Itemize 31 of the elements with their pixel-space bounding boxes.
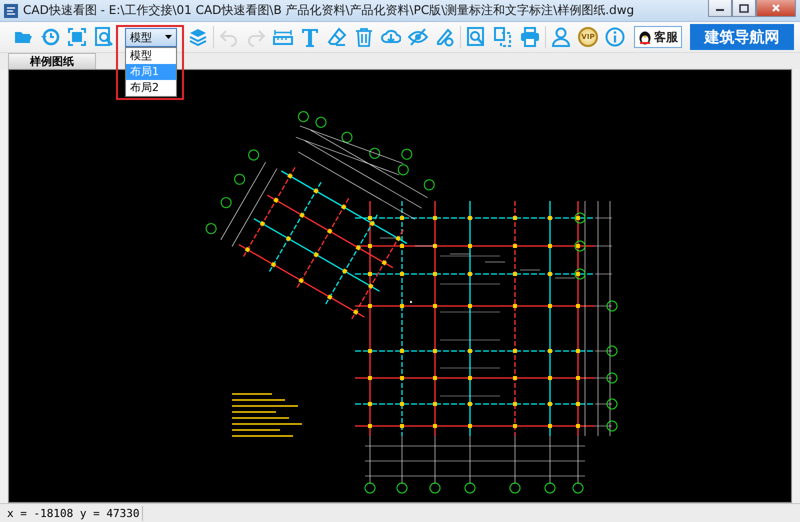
penguin-icon [638, 29, 652, 46]
caret-icon [165, 35, 172, 40]
info-icon[interactable] [605, 27, 625, 48]
eraser-icon[interactable] [327, 27, 347, 48]
zoom-page-icon[interactable] [94, 27, 114, 48]
maximize-button[interactable] [732, 0, 756, 17]
cursor-coordinates: x = -18108 y = 47330 [4, 506, 144, 521]
customer-service-button[interactable]: 客服 [634, 26, 682, 48]
dropdown-option[interactable]: 模型 [126, 48, 176, 64]
text-icon[interactable] [300, 27, 320, 48]
app-icon [4, 4, 18, 18]
ruler-icon[interactable] [273, 27, 293, 48]
dropdown-option[interactable]: 布局2 [126, 80, 176, 96]
window-title: CAD快速看图 - E:\工作交接\01 CAD快速看图\B 产品化资料\产品化资料\PC版\测量标注和文字标注\样例图纸.dwg [23, 2, 636, 20]
layers-icon[interactable] [188, 27, 208, 48]
site-banner[interactable]: 建筑导航网 [690, 24, 794, 50]
pen-gear-icon[interactable] [435, 27, 455, 48]
maximize-icon [739, 4, 749, 12]
eye-slash-icon[interactable] [408, 27, 428, 48]
trash-icon[interactable] [354, 27, 374, 48]
layout-dropdown[interactable]: 模型 [125, 28, 177, 47]
copy-icon[interactable] [493, 27, 513, 48]
printer-icon[interactable] [520, 27, 540, 48]
zoom-document-icon[interactable] [466, 27, 486, 48]
user-icon[interactable] [551, 27, 571, 48]
close-icon [771, 3, 781, 13]
close-button[interactable] [756, 0, 796, 17]
clock-icon[interactable] [40, 27, 60, 48]
fit-screen-icon[interactable] [67, 27, 87, 48]
minimize-button[interactable] [708, 0, 732, 17]
document-tab[interactable]: 样例图纸 [8, 53, 96, 70]
